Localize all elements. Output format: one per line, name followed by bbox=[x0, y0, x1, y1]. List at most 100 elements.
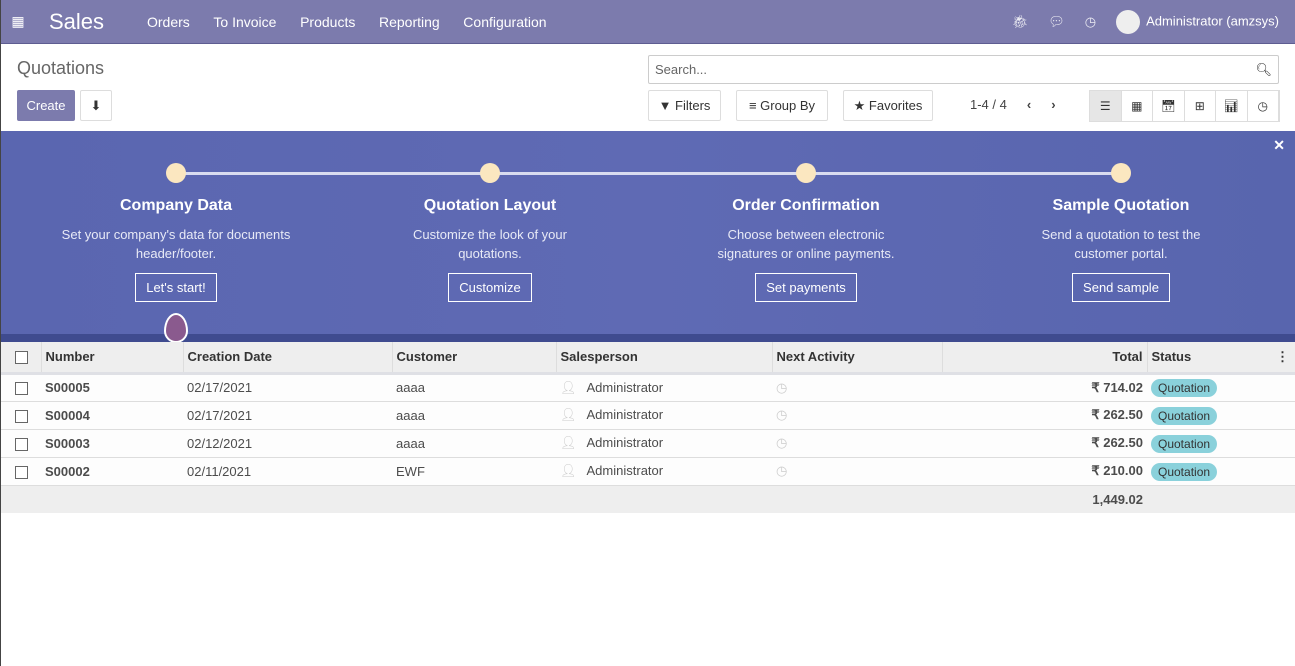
table-row[interactable]: S00005 02/17/2021 aaaa 👤︎ Administrator ◷… bbox=[1, 373, 1295, 402]
col-next-activity[interactable]: Next Activity bbox=[772, 342, 943, 375]
row-checkbox[interactable] bbox=[1, 457, 41, 486]
cell-next-activity[interactable]: ◷ bbox=[772, 373, 942, 402]
total-sum: 1,449.02 bbox=[942, 485, 1147, 513]
menu-configuration[interactable]: Configuration bbox=[463, 14, 546, 30]
avatar bbox=[1116, 9, 1141, 34]
table-row[interactable]: S00002 02/11/2021 EWF 👤︎ Administrator ◷ … bbox=[1, 457, 1295, 486]
status-badge: Quotation bbox=[1151, 406, 1218, 425]
cell-total: ₹ 714.02 bbox=[942, 373, 1147, 402]
clock-icon[interactable]: ◷ bbox=[1085, 14, 1096, 30]
search-placeholder: Search... bbox=[655, 62, 708, 77]
cell-number: S00004 bbox=[41, 401, 183, 430]
cell-next-activity[interactable]: ◷ bbox=[772, 457, 942, 486]
cell-date: 02/17/2021 bbox=[183, 373, 392, 402]
list-view-icon[interactable]: ☰ bbox=[1090, 91, 1122, 121]
col-status-label: Status bbox=[1151, 349, 1192, 365]
step-title: Company Data bbox=[119, 197, 233, 214]
menu-reporting[interactable]: Reporting bbox=[379, 14, 440, 30]
salesperson-name: Administrator bbox=[586, 435, 664, 450]
row-checkbox[interactable] bbox=[1, 429, 41, 458]
cell-total: ₹ 210.00 bbox=[942, 457, 1147, 486]
pager-value: 1-4 / 4 bbox=[970, 97, 1007, 112]
search-input[interactable]: Search... 🔍︎ bbox=[648, 55, 1279, 84]
create-button[interactable]: Create bbox=[17, 90, 75, 121]
favorites-button[interactable]: ★ Favorites bbox=[843, 90, 933, 121]
activity-view-icon[interactable]: ◷ bbox=[1248, 91, 1279, 121]
cell-total: ₹ 262.50 bbox=[942, 401, 1147, 430]
pager[interactable]: 1-4 / 4 ‹ › bbox=[970, 97, 1056, 112]
cell-date: 02/11/2021 bbox=[183, 457, 392, 486]
cell-number: S00003 bbox=[41, 429, 183, 458]
step-order-confirmation: Order Confirmation Choose between electro… bbox=[656, 197, 956, 302]
send-sample-button[interactable]: Send sample bbox=[1072, 273, 1170, 302]
menu-to-invoice[interactable]: To Invoice bbox=[213, 14, 276, 30]
app-name: Sales bbox=[49, 8, 105, 34]
table-row[interactable]: S00004 02/17/2021 aaaa 👤︎ Administrator ◷… bbox=[1, 401, 1295, 430]
group-by-button[interactable]: ≡ Group By bbox=[736, 90, 828, 121]
status-badge: Quotation bbox=[1151, 434, 1218, 453]
menu-orders[interactable]: Orders bbox=[147, 14, 190, 30]
step-desc: Set your company's data for documents he… bbox=[61, 227, 291, 261]
filters-button[interactable]: ▼ Filters bbox=[648, 90, 721, 121]
cell-salesperson: 👤︎ Administrator bbox=[556, 457, 772, 486]
set-payments-button[interactable]: Set payments bbox=[755, 273, 857, 302]
top-navbar: ▦ Sales Orders To Invoice Products Repor… bbox=[1, 0, 1295, 44]
cell-number: S00002 bbox=[41, 457, 183, 486]
user-menu[interactable]: Administrator (amzsys) bbox=[1116, 9, 1279, 34]
col-number[interactable]: Number bbox=[41, 342, 184, 375]
close-icon[interactable]: ✕ bbox=[1273, 137, 1285, 154]
clock-icon[interactable]: ◷ bbox=[776, 463, 787, 478]
apps-menu-icon[interactable]: ▦ bbox=[1, 13, 35, 30]
status-badge: Quotation bbox=[1151, 379, 1218, 397]
step-company-data: Company Data Set your company's data for … bbox=[26, 197, 326, 302]
step-dot bbox=[480, 163, 500, 183]
clock-icon[interactable]: ◷ bbox=[776, 380, 787, 395]
row-checkbox[interactable] bbox=[1, 401, 41, 430]
prev-icon[interactable]: ‹ bbox=[1027, 97, 1031, 112]
customize-button[interactable]: Customize bbox=[448, 273, 532, 302]
step-desc: Choose between electronic signatures or … bbox=[717, 227, 895, 261]
person-icon: 👤︎ bbox=[560, 435, 577, 450]
col-creation-date[interactable]: Creation Date bbox=[183, 342, 393, 375]
view-switcher: ☰ ▦ 📅︎ ⊞ 📊︎ ◷ bbox=[1089, 90, 1280, 122]
lets-start-button[interactable]: Let's start! bbox=[135, 273, 217, 302]
menu-products[interactable]: Products bbox=[300, 14, 355, 30]
kanban-view-icon[interactable]: ▦ bbox=[1122, 91, 1153, 121]
filters-label: Filters bbox=[675, 98, 711, 113]
step-desc: Send a quotation to test the customer po… bbox=[1041, 227, 1201, 261]
col-customer[interactable]: Customer bbox=[392, 342, 557, 375]
step-sample-quotation: Sample Quotation Send a quotation to test… bbox=[971, 197, 1271, 302]
page-title: Quotations bbox=[17, 58, 105, 78]
status-badge: Quotation bbox=[1151, 462, 1218, 481]
col-salesperson[interactable]: Salesperson bbox=[556, 342, 773, 375]
col-status[interactable]: Status ⋮ bbox=[1147, 342, 1295, 375]
table-row[interactable]: S00003 02/12/2021 aaaa 👤︎ Administrator ◷… bbox=[1, 429, 1295, 458]
control-panel: Quotations Create ⬇ Search... 🔍︎ ▼ Filter… bbox=[1, 44, 1295, 131]
col-total[interactable]: Total bbox=[942, 342, 1148, 375]
calendar-view-icon[interactable]: 📅︎ bbox=[1153, 91, 1185, 121]
quotations-table: Number Creation Date Customer Salesperso… bbox=[1, 342, 1295, 513]
salesperson-name: Administrator bbox=[586, 379, 664, 395]
cell-customer: aaaa bbox=[392, 401, 556, 430]
step-title: Quotation Layout bbox=[423, 197, 557, 214]
clock-icon[interactable]: ◷ bbox=[776, 435, 787, 450]
cell-salesperson: 👤︎ Administrator bbox=[556, 373, 772, 402]
select-all-checkbox[interactable] bbox=[1, 342, 42, 375]
pivot-view-icon[interactable]: ⊞ bbox=[1185, 91, 1216, 121]
cell-customer: EWF bbox=[392, 457, 556, 486]
cell-status: Quotation bbox=[1147, 429, 1295, 458]
cell-status: Quotation bbox=[1147, 401, 1295, 430]
next-icon[interactable]: › bbox=[1051, 97, 1055, 112]
clock-icon[interactable]: ◷ bbox=[776, 407, 787, 422]
person-icon: 👤︎ bbox=[560, 463, 577, 478]
cell-next-activity[interactable]: ◷ bbox=[772, 429, 942, 458]
graph-view-icon[interactable]: 📊︎ bbox=[1216, 91, 1248, 121]
chat-icon[interactable]: 💬︎ bbox=[1048, 14, 1065, 30]
row-checkbox[interactable] bbox=[1, 373, 41, 402]
optional-columns-icon[interactable]: ⋮ bbox=[1276, 349, 1289, 365]
cell-next-activity[interactable]: ◷ bbox=[772, 401, 942, 430]
bug-icon[interactable]: 🐞︎ bbox=[1012, 14, 1029, 30]
search-icon[interactable]: 🔍︎ bbox=[1255, 62, 1272, 78]
salesperson-name: Administrator bbox=[586, 407, 664, 422]
download-icon[interactable]: ⬇ bbox=[80, 90, 112, 121]
